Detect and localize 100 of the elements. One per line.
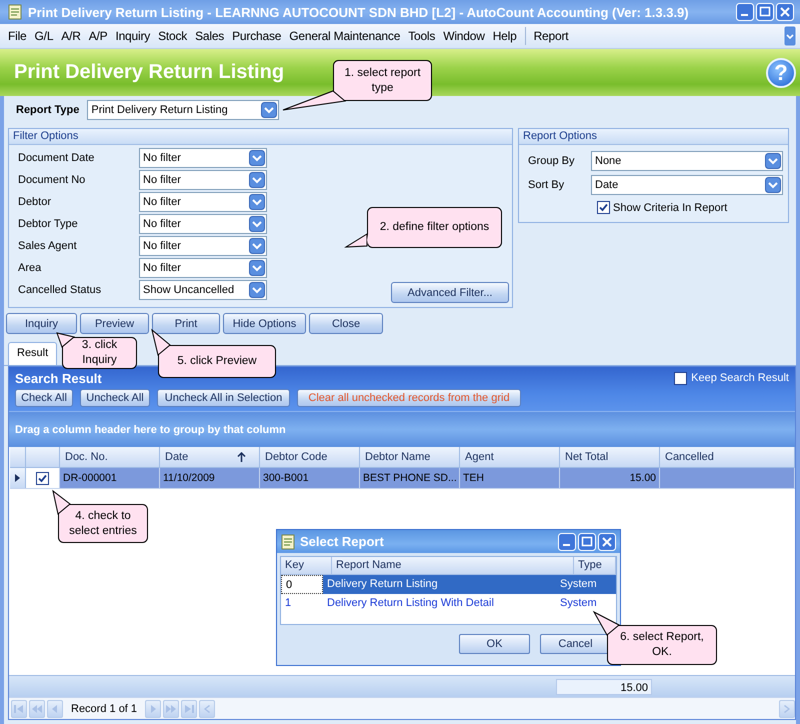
close-button[interactable]: Close	[309, 313, 383, 334]
menu-item[interactable]: G/L	[30, 29, 58, 43]
window-title: Print Delivery Return Listing - LEARNNG AUTOCOUNT SDN BHD [L2] - AutoCount Accounting (Ver: 1.3.3.9)	[28, 4, 690, 20]
dropdown-field[interactable]: No filter	[139, 170, 267, 190]
dropdown-field[interactable]: No filter	[139, 192, 267, 212]
triangle-right-icon	[148, 704, 158, 712]
menu-item[interactable]: Window	[439, 29, 489, 43]
chevron-down-icon	[249, 172, 265, 188]
menu-item[interactable]: File	[4, 29, 31, 43]
callout: 4. check to select entries	[53, 491, 148, 543]
skip-forward-icon	[184, 704, 194, 712]
column-header[interactable]: Debtor Name	[360, 447, 460, 467]
document-icon	[8, 4, 22, 20]
tab[interactable]: Result	[8, 342, 58, 365]
column-header[interactable]: Report Name	[332, 557, 574, 574]
field-label: Sort By	[528, 179, 566, 191]
grid-action-button[interactable]: Uncheck All	[80, 389, 150, 407]
checkbox[interactable]	[597, 201, 610, 214]
preview-button[interactable]: Preview	[80, 313, 149, 334]
chevron-down-icon	[249, 150, 265, 166]
menu-item[interactable]: General Maintenance	[285, 29, 404, 43]
chevron-down-icon	[249, 194, 265, 210]
field-label: Cancelled Status	[18, 284, 102, 296]
menu-item[interactable]: Tools	[404, 29, 440, 43]
table-cell-text: Delivery Return Listing With Detail	[326, 596, 495, 611]
dropdown-field[interactable]: No filter	[139, 258, 267, 278]
group-by-hint: Drag a column header here to group by that column	[15, 424, 286, 436]
chevron-down-icon	[765, 177, 781, 193]
table-cell: TEH	[460, 468, 560, 488]
checkbox[interactable]	[674, 372, 688, 384]
record-count: Record 1 of 1	[70, 702, 138, 714]
hide-options-button[interactable]: Hide Options	[223, 313, 306, 334]
chevron-right-icon	[782, 704, 792, 712]
checkbox-label: Show Criteria In Report	[613, 202, 728, 214]
chevron-left-icon	[202, 704, 212, 712]
menu-item[interactable]: Inquiry	[111, 29, 154, 43]
menu-item[interactable]: Sales	[191, 29, 228, 43]
dropdown-field[interactable]: Date	[591, 175, 783, 195]
column-header[interactable]: Date	[160, 447, 260, 467]
panel-header: Report Options	[519, 129, 788, 145]
table-cell: 11/10/2009	[160, 468, 260, 488]
arrow-up-icon	[237, 452, 246, 462]
skip-back-icon	[14, 704, 24, 712]
overflow-button[interactable]	[784, 26, 796, 46]
column-header[interactable]: Agent	[460, 447, 560, 467]
field-label: Debtor	[18, 196, 52, 208]
maximize-button[interactable]	[578, 532, 596, 550]
column-header[interactable]: Doc. No.	[60, 447, 160, 467]
field-label: Debtor Type	[18, 218, 79, 230]
checkbox-label: Keep Search Result	[691, 372, 789, 384]
table-cell-text: 1	[284, 596, 292, 611]
dropdown-field[interactable]: Show Uncancelled	[139, 280, 267, 300]
advanced-filter-button[interactable]: Advanced Filter...	[391, 282, 509, 303]
menu-item[interactable]: Purchase	[228, 29, 286, 43]
close-button[interactable]	[776, 3, 794, 21]
field-label: Document Date	[18, 152, 96, 164]
minimize-button[interactable]	[736, 3, 754, 21]
column-header[interactable]: Net Total	[560, 447, 660, 467]
list-row[interactable]: 0 Delivery Return Listing System	[281, 575, 616, 594]
inquiry-button[interactable]: Inquiry	[6, 313, 77, 334]
callout: 2. define filter options	[346, 207, 502, 248]
dropdown-field[interactable]: None	[591, 151, 783, 171]
dialog-title: Select Report	[300, 534, 385, 549]
page-title: Print Delivery Return Listing	[14, 61, 284, 84]
menu-item[interactable]: A/R	[57, 29, 85, 43]
callout: 6. select Report, OK.	[594, 612, 717, 665]
table-row[interactable]: DR-000001 11/10/2009 300-B001 BEST PHONE SD... TEH 15.00	[10, 468, 795, 489]
close-button[interactable]	[598, 532, 616, 550]
grid-action-button[interactable]: Uncheck All in Selection	[157, 389, 290, 407]
column-header[interactable]: Key	[281, 557, 332, 574]
column-header[interactable]: Cancelled	[660, 447, 795, 467]
dropdown-field[interactable]: No filter	[139, 148, 267, 168]
menu-item[interactable]: Report	[530, 29, 572, 43]
dropdown-field[interactable]: No filter	[139, 236, 267, 256]
column-header[interactable]: Debtor Code	[260, 447, 360, 467]
menu-item[interactable]: A/P	[84, 29, 112, 43]
chevron-down-icon	[249, 282, 265, 298]
table-cell: System	[556, 575, 616, 594]
grid-action-button[interactable]: Check All	[15, 389, 73, 407]
menu-item[interactable]: Help	[488, 29, 521, 43]
column-header[interactable]: Type	[574, 557, 616, 574]
dropdown-field[interactable]: Print Delivery Return Listing	[87, 100, 280, 120]
triangle-left-icon	[50, 704, 60, 712]
minimize-button[interactable]	[558, 532, 576, 550]
maximize-button[interactable]	[756, 3, 774, 21]
dropdown-field[interactable]: No filter	[139, 214, 267, 234]
table-cell: Delivery Return Listing	[323, 575, 556, 594]
list-row[interactable]: 1 Delivery Return Listing With Detail System	[281, 594, 616, 613]
checkbox[interactable]	[36, 472, 49, 484]
chevron-down-icon	[261, 102, 278, 118]
menu-item[interactable]: Stock	[154, 29, 192, 43]
fast-forward-icon	[166, 704, 176, 712]
table-cell: 300-B001	[260, 468, 360, 488]
callout: 5. click Preview	[152, 330, 276, 378]
chevron-down-icon	[249, 216, 265, 232]
total-cell: 15.00	[556, 678, 652, 694]
ok-button[interactable]: OK	[459, 634, 530, 654]
field-label: Area	[18, 262, 42, 274]
print-button[interactable]: Print	[152, 313, 220, 334]
table-cell-text: System	[559, 596, 598, 611]
